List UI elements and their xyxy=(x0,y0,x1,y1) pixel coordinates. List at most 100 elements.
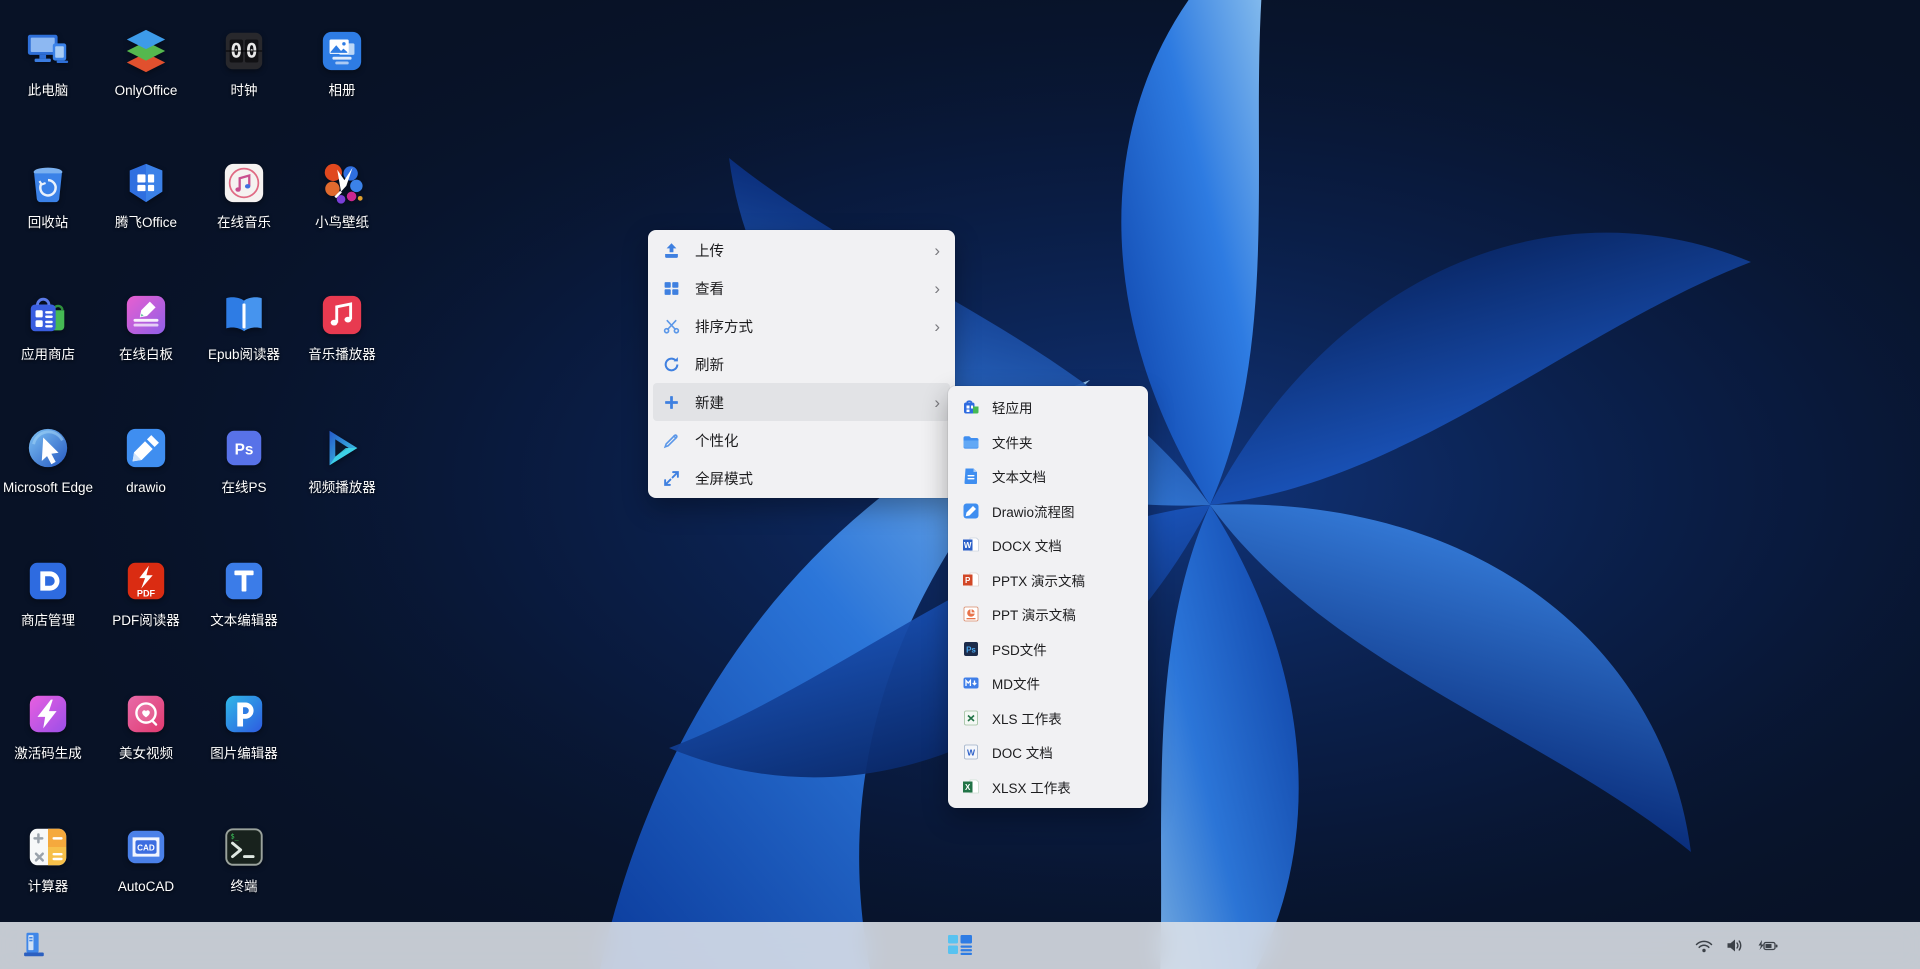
desktop-icon-label: 相册 xyxy=(329,81,356,101)
desktop-icon[interactable]: Epub阅读器 xyxy=(196,292,292,365)
viewgrid-icon xyxy=(663,280,680,297)
desktop-icon[interactable]: 美女视频 xyxy=(98,691,194,764)
desktop-icon-label: 终端 xyxy=(231,877,258,897)
app-launcher-button[interactable] xyxy=(943,928,977,963)
musiconline-icon xyxy=(221,160,267,206)
desktop-icon[interactable]: 应用商店 xyxy=(0,292,96,365)
context-menu-item[interactable]: 新建 › xyxy=(653,383,950,421)
desktop-icon[interactable]: OnlyOffice xyxy=(98,28,194,101)
submenu-item-label: PSD文件 xyxy=(992,639,1047,659)
context-menu-item[interactable]: 查看 › xyxy=(653,269,950,307)
desktop-icon[interactable]: drawio xyxy=(98,425,194,498)
submenu-item[interactable]: 文本文档 xyxy=(952,459,1144,494)
desktop-icon[interactable]: Ps 在线PS xyxy=(196,425,292,498)
lightapp-icon xyxy=(962,398,980,416)
submenu-item[interactable]: W DOCX 文档 xyxy=(952,528,1144,563)
volume-icon[interactable] xyxy=(1724,936,1745,955)
drawiofile-icon xyxy=(962,502,980,520)
submenu-item[interactable]: X XLSX 工作表 xyxy=(952,770,1144,805)
whiteboard-icon xyxy=(123,292,169,338)
desktop-icon[interactable]: 在线音乐 xyxy=(196,160,292,233)
start-button[interactable] xyxy=(14,925,52,966)
doc-icon: W xyxy=(962,743,980,761)
context-menu-item[interactable]: 全屏模式 xyxy=(653,459,950,497)
desktop-icon-label: PDF阅读器 xyxy=(112,611,180,631)
docx-icon: W xyxy=(962,536,980,554)
desktop-icon[interactable]: 在线白板 xyxy=(98,292,194,365)
desktop-icon[interactable]: 小鸟壁纸 xyxy=(294,160,390,233)
desktop-icon[interactable]: 00 时钟 xyxy=(196,28,292,101)
terminal-icon: $_ xyxy=(221,824,267,870)
desktop-icon[interactable]: 此电脑 xyxy=(0,28,96,101)
submenu-item-label: 文本文档 xyxy=(992,466,1046,486)
submenu-item[interactable]: 轻应用 xyxy=(952,390,1144,425)
desktop-icon[interactable]: Microsoft Edge xyxy=(0,425,96,498)
desktop-icon[interactable]: 图片编辑器 xyxy=(196,691,292,764)
new-submenu: 轻应用 文件夹 文本文档 Drawio流程图 W DOCX 文档 xyxy=(948,386,1148,808)
chevron-right-icon: › xyxy=(926,242,940,259)
desktop-icon[interactable]: 视频播放器 xyxy=(294,425,390,498)
submenu-item[interactable]: W DOC 文档 xyxy=(952,735,1144,770)
context-menu-item-label: 排序方式 xyxy=(695,316,753,337)
desktop-icon-label: 在线PS xyxy=(221,478,266,498)
musicplayer-icon xyxy=(319,292,365,338)
context-menu-item[interactable]: 上传 › xyxy=(653,231,950,269)
submenu-item[interactable]: Drawio流程图 xyxy=(952,494,1144,529)
svg-text:P: P xyxy=(965,576,971,585)
desktop-icon[interactable]: $_ 终端 xyxy=(196,824,292,897)
submenu-item[interactable]: P PPTX 演示文稿 xyxy=(952,563,1144,598)
submenu-item[interactable]: 文件夹 xyxy=(952,425,1144,460)
pdf-icon: PDF xyxy=(123,558,169,604)
desktop-icon[interactable]: PDF PDF阅读器 xyxy=(98,558,194,631)
context-menu-item[interactable]: 刷新 xyxy=(653,345,950,383)
desktop-icon-label: 回收站 xyxy=(28,213,69,233)
pptx-icon: P xyxy=(962,571,980,589)
desktop-icon[interactable]: 相册 xyxy=(294,28,390,101)
desktop-icon[interactable]: CAD AutoCAD xyxy=(98,824,194,897)
calculator-icon xyxy=(25,824,71,870)
fullscreen-icon xyxy=(663,470,680,487)
desktop-icon[interactable]: 腾飞Office xyxy=(98,160,194,233)
context-menu-item[interactable]: 排序方式 › xyxy=(653,307,950,345)
desktop-icon[interactable]: 音乐播放器 xyxy=(294,292,390,365)
desktop-icon[interactable]: 激活码生成 xyxy=(0,691,96,764)
epub-icon xyxy=(221,292,267,338)
svg-text:$_: $_ xyxy=(231,832,240,840)
desktop-icon-label: 音乐播放器 xyxy=(308,345,376,365)
desktop-icon[interactable]: 商店管理 xyxy=(0,558,96,631)
submenu-item-label: XLSX 工作表 xyxy=(992,777,1071,797)
svg-text:W: W xyxy=(964,541,972,550)
computer-tower-icon xyxy=(18,929,48,962)
taskbar xyxy=(0,922,1920,969)
folder-icon xyxy=(962,433,980,451)
submenu-item-label: PPTX 演示文稿 xyxy=(992,570,1085,590)
submenu-item[interactable]: XLS 工作表 xyxy=(952,701,1144,736)
context-menu-item-label: 新建 xyxy=(695,392,724,413)
submenu-item[interactable]: MD文件 xyxy=(952,666,1144,701)
desktop-icon-label: 时钟 xyxy=(231,81,258,101)
refresh-icon xyxy=(663,356,680,373)
desktop-icon[interactable]: 计算器 xyxy=(0,824,96,897)
submenu-item[interactable]: Ps PSD文件 xyxy=(952,632,1144,667)
desktop-icon-grid: 此电脑 OnlyOffice 00 时钟 相册 回收站 xyxy=(0,0,420,920)
desktop-icon-label: Epub阅读器 xyxy=(208,345,280,365)
desktop-icon[interactable]: 回收站 xyxy=(0,160,96,233)
context-menu-item[interactable]: 个性化 xyxy=(653,421,950,459)
desktop-icon-label: 计算器 xyxy=(28,877,69,897)
submenu-item-label: 轻应用 xyxy=(992,397,1033,417)
desktop: 此电脑 OnlyOffice 00 时钟 相册 回收站 xyxy=(0,0,1920,969)
desktop-icon-label: 激活码生成 xyxy=(14,744,82,764)
beautyvideo-icon xyxy=(123,691,169,737)
submenu-item-label: 文件夹 xyxy=(992,432,1033,452)
submenu-item[interactable]: PPT 演示文稿 xyxy=(952,597,1144,632)
wifi-icon[interactable] xyxy=(1693,937,1715,955)
videoplayer-icon xyxy=(319,425,365,471)
xls-icon xyxy=(962,709,980,727)
svg-text:CAD: CAD xyxy=(137,843,155,852)
battery-charging-icon[interactable] xyxy=(1754,937,1780,955)
drawio-icon xyxy=(123,425,169,471)
desktop-icon-label: 腾飞Office xyxy=(115,213,177,233)
desktop-icon-label: 应用商店 xyxy=(21,345,75,365)
svg-text:Ps: Ps xyxy=(966,645,976,654)
desktop-icon[interactable]: 文本编辑器 xyxy=(196,558,292,631)
